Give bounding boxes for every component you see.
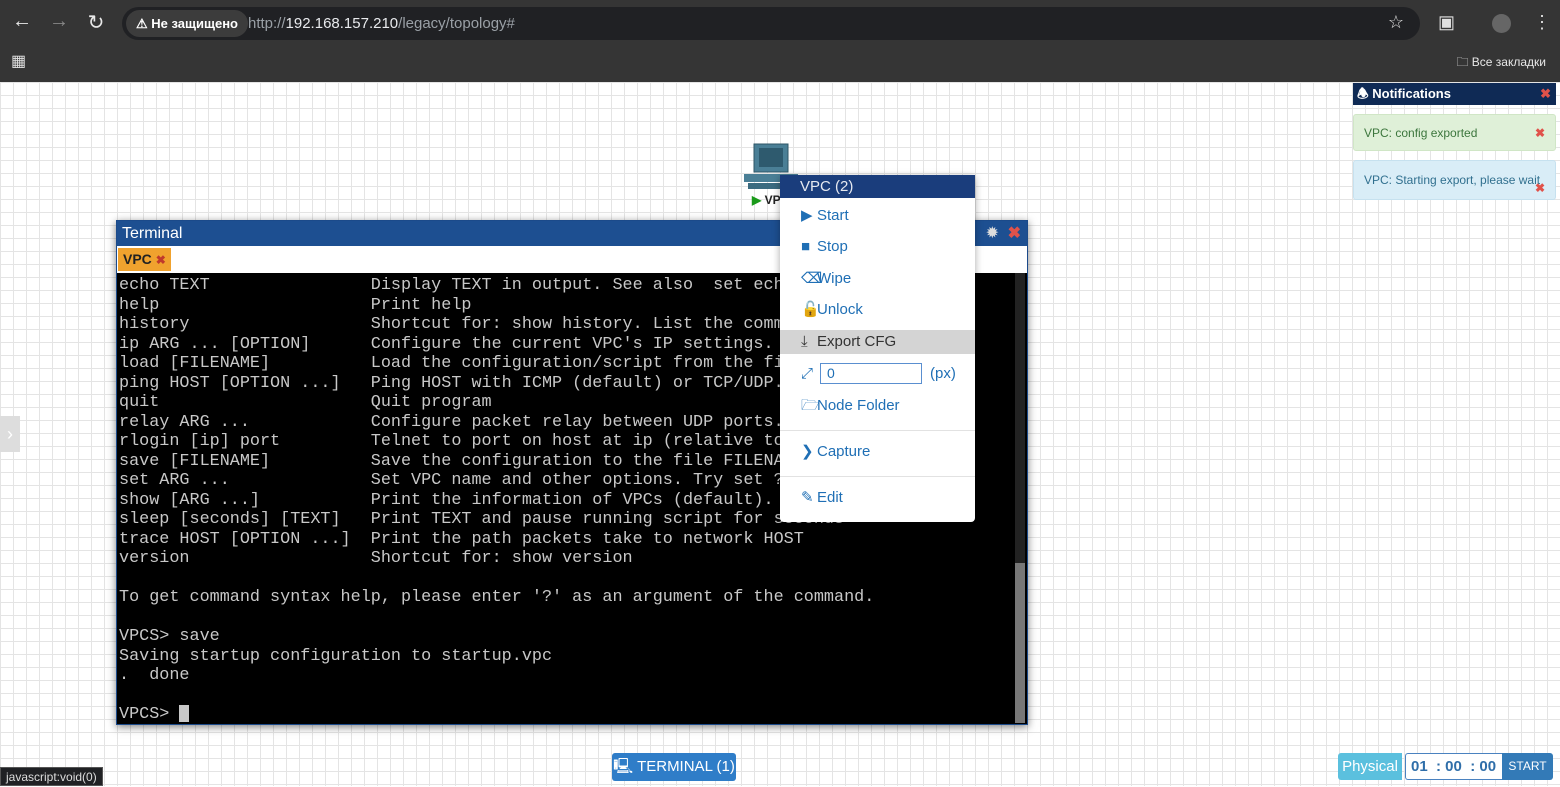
stop-icon: ■ (801, 238, 811, 255)
download-icon: ⤓ (801, 333, 808, 350)
all-bookmarks[interactable]: 🗀 Все закладки (1456, 53, 1546, 74)
bookmarks-label: Все закладки (1471, 55, 1546, 69)
menu-edit[interactable]: ✎ Edit (780, 486, 975, 510)
timer-display[interactable]: 01 : 00 : 00 (1405, 753, 1502, 780)
terminal-title: Terminal (122, 225, 183, 242)
terminal-line: version Shortcut for: show version (119, 549, 633, 568)
settings-icon[interactable]: ✹ (986, 221, 999, 246)
terminal-taskbar-button[interactable]: 🖳 TERMINAL (1) (612, 753, 736, 781)
terminal-line: trace HOST [OPTION ...] Print the path p… (119, 529, 804, 549)
eraser-icon: ⌫ (801, 270, 823, 287)
url-text[interactable]: http://192.168.157.210/legacy/topology# (248, 15, 515, 32)
notifications-panel: 🕭 Notifications ✖ VPC: config exported ✖ V… (1353, 83, 1556, 200)
running-icon: ▶ (752, 193, 762, 207)
notifications-header: 🕭 Notifications ✖ (1353, 83, 1556, 105)
close-notifications-icon[interactable]: ✖ (1540, 83, 1551, 105)
folder-open-icon: 🗁 (801, 397, 820, 414)
apps-icon[interactable]: ▦ (11, 51, 26, 71)
resize-input[interactable]: 0 (820, 363, 922, 384)
notification-info: VPC: Starting export, please wait ✖ (1353, 160, 1556, 200)
node-name: VP (764, 193, 781, 207)
url-host: 192.168.157.210 (285, 15, 399, 32)
resize-icon: ⤢ (801, 365, 814, 382)
menu-label: Wipe (817, 270, 852, 287)
tab-close-icon[interactable]: ✖ (156, 253, 166, 267)
terminal-line: VPCS> (119, 705, 1015, 725)
terminal-cursor (179, 705, 190, 723)
back-icon[interactable]: ← (8, 10, 36, 33)
tab-label: VPC (123, 251, 152, 267)
terminal-line: . done (119, 666, 190, 685)
menu-wipe[interactable]: ⌫Wipe (780, 267, 975, 291)
physical-mode-button[interactable]: Physical (1338, 753, 1402, 780)
notification-text: VPC: Starting export, please wait (1364, 173, 1541, 187)
status-bar-url: javascript:void(0) (0, 767, 103, 786)
menu-label: Node Folder (817, 397, 900, 414)
unlock-icon: 🔓 (801, 301, 820, 318)
menu-stop[interactable]: ■ Stop (780, 235, 975, 259)
notification-text: VPC: config exported (1364, 126, 1478, 140)
terminal-line: VPCS> save (119, 627, 220, 646)
edit-icon: ✎ (801, 489, 814, 506)
terminal-line: To get command syntax help, please enter… (119, 588, 875, 607)
menu-divider (780, 476, 975, 477)
menu-label: Stop (817, 238, 848, 255)
menu-capture[interactable]: ❯ Capture (780, 440, 975, 464)
terminal-scrollbar[interactable] (1015, 273, 1025, 723)
sidebar-expand-button[interactable]: › (0, 416, 20, 452)
close-icon[interactable]: ✖ (1008, 221, 1021, 246)
menu-label: Start (817, 207, 849, 224)
url-prefix: http:// (248, 15, 286, 32)
security-label: Не защищено (151, 16, 238, 31)
node-context-menu: VPC (2) ▶ Start ■ Stop ⌫Wipe 🔓Unlock ⤓ Expo… (780, 175, 975, 522)
star-icon[interactable]: ☆ (1388, 12, 1404, 33)
browser-chrome: ← → ↻ ⚠ Не защищено http://192.168.157.2… (0, 0, 1560, 82)
notification-success: VPC: config exported ✖ (1353, 114, 1556, 151)
security-chip[interactable]: ⚠ Не защищено (126, 10, 248, 37)
menu-title: VPC (2) (780, 175, 975, 198)
menu-node-folder[interactable]: 🗁Node Folder (780, 394, 975, 418)
menu-start[interactable]: ▶ Start (780, 204, 975, 228)
menu-divider (780, 430, 975, 431)
dismiss-icon[interactable]: ✖ (1535, 181, 1545, 195)
terminal-button-label: TERMINAL (1) (637, 758, 735, 775)
resize-unit: (px) (930, 365, 956, 382)
timer-start-button[interactable]: START (1502, 753, 1553, 780)
dismiss-icon[interactable]: ✖ (1535, 115, 1545, 152)
menu-label: Capture (817, 443, 871, 460)
terminal-line: Saving startup configuration to startup.… (119, 646, 553, 666)
menu-export-cfg[interactable]: ⤓ Export CFG (780, 330, 975, 354)
menu-icon[interactable]: ⋮ (1533, 12, 1551, 33)
menu-unlock[interactable]: 🔓Unlock (780, 298, 975, 322)
reload-icon[interactable]: ↻ (82, 10, 110, 35)
node-label[interactable]: ▶ VP (752, 193, 781, 207)
chevron-right-icon: ❯ (801, 443, 814, 460)
profile-avatar[interactable] (1492, 14, 1511, 33)
menu-label: Unlock (817, 301, 863, 318)
menu-resize: ⤢ 0 (px) (780, 362, 975, 386)
address-bar[interactable]: ⚠ Не защищено http://192.168.157.210/leg… (122, 7, 1420, 40)
menu-label: Export CFG (817, 333, 897, 350)
notifications-title: Notifications (1372, 86, 1451, 101)
menu-label: Edit (817, 489, 843, 506)
url-path: /legacy/topology# (398, 15, 515, 32)
terminal-tab-vpc[interactable]: VPC ✖ (118, 248, 171, 271)
extensions-icon[interactable]: ▣ (1438, 12, 1455, 33)
play-icon: ▶ (801, 207, 813, 224)
forward-icon[interactable]: → (45, 10, 73, 33)
